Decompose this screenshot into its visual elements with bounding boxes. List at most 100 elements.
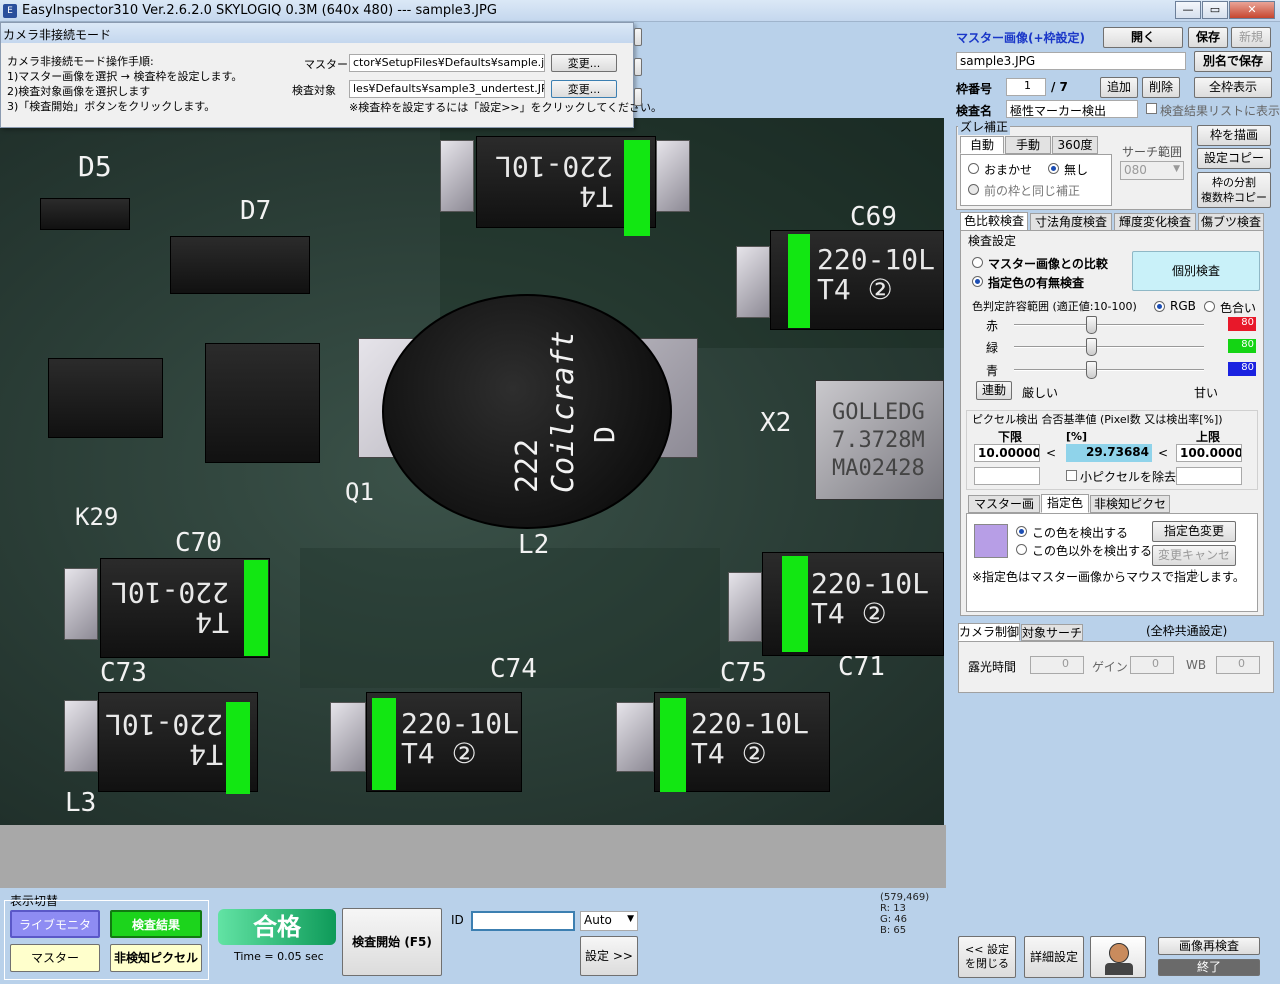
pixel-threshold-label: ピクセル検出 合否基準値 (Pixel数 又は検出率[%]) [972, 413, 1223, 426]
copy-settings-button[interactable]: 設定コピー [1197, 148, 1271, 169]
save-button[interactable]: 保存 [1188, 27, 1228, 48]
split-copy-button[interactable]: 枠の分割 複数枠コピー [1197, 172, 1271, 208]
result-button[interactable]: 検査結果 [110, 910, 202, 938]
tab-manual[interactable]: 手動 [1005, 136, 1051, 154]
id-label: ID [451, 913, 464, 927]
link-button[interactable]: 連動 [976, 381, 1012, 400]
tab-dimension-angle[interactable]: 寸法角度検査 [1030, 213, 1112, 231]
compare-master-radio[interactable] [972, 257, 983, 268]
reinspect-button[interactable]: 画像再検査 [1158, 937, 1260, 955]
dialog-step2: 2)検査対象画像を選択します [7, 85, 151, 98]
detect-color-radio[interactable] [1016, 526, 1027, 537]
blue-slider[interactable] [1014, 369, 1204, 371]
tab-360[interactable]: 360度 [1052, 136, 1098, 154]
subtab-undetected-pixel[interactable]: 非検知ピクセル [1090, 495, 1170, 527]
tab-target-search[interactable]: 対象サーチ [1021, 624, 1083, 641]
new-button[interactable]: 新規 [1231, 27, 1271, 48]
live-monitor-button[interactable]: ライブモニタ [10, 910, 100, 938]
close-button[interactable]: ✕ [1229, 1, 1275, 19]
hue-radio[interactable] [1204, 301, 1215, 312]
show-in-list-checkbox[interactable] [1146, 103, 1157, 114]
start-inspection-button[interactable]: 検査開始 (F5) [342, 908, 442, 976]
settings-button[interactable]: 設定 >> [580, 936, 638, 976]
tab-camera-control[interactable]: カメラ制御 [958, 623, 1020, 641]
red-value: 80 [1228, 317, 1256, 331]
maximize-button[interactable]: ▭ [1202, 1, 1228, 19]
detail-settings-button[interactable]: 詳細設定 [1024, 936, 1084, 978]
assistant-icon[interactable] [1090, 936, 1146, 978]
green-slider[interactable] [1014, 346, 1204, 348]
detect-other-radio[interactable] [1016, 544, 1027, 555]
search-range-select[interactable]: 080 ▼ [1120, 161, 1184, 180]
rgb-label: RGB [1170, 299, 1196, 313]
tab-brightness-change[interactable]: 輝度変化検査 [1114, 213, 1196, 231]
diode-d7 [170, 236, 310, 294]
polarity-mark [226, 702, 250, 794]
green-slider-thumb[interactable] [1086, 338, 1097, 356]
gain-stepper[interactable]: 0 [1130, 656, 1174, 674]
exit-button[interactable]: 終了 [1158, 959, 1260, 976]
red-slider-thumb[interactable] [1086, 316, 1097, 334]
chevron-down-icon: ▼ [1173, 164, 1180, 174]
undetected-pixel-button[interactable]: 非検知ピクセル [110, 944, 202, 972]
window-title: EasyInspector310 Ver.2.6.2.0 SKYLOGIQ 0.… [22, 3, 497, 18]
save-as-button[interactable]: 別名で保存 [1194, 51, 1272, 72]
pcb-image[interactable]: D5 D7 C69 C70 X2 Q1 K29 L2 C73 C74 C75 C… [0, 118, 944, 825]
auto-select[interactable]: Auto ▼ [580, 911, 638, 931]
delete-frame-button[interactable]: 削除 [1142, 77, 1180, 98]
lower-input[interactable]: 10.00000 [974, 444, 1040, 462]
common-settings-label: (全枠共通設定) [1146, 624, 1228, 638]
hidden-button-edge[interactable] [634, 28, 642, 46]
blue-label: 青 [986, 364, 999, 378]
opt-none-radio[interactable] [1048, 163, 1059, 174]
id-input[interactable] [471, 911, 575, 931]
minimize-button[interactable]: — [1175, 1, 1201, 19]
subtab-master-image[interactable]: マスター画像 [968, 495, 1040, 527]
close-settings-button[interactable]: << 設定 を閉じる [958, 936, 1016, 978]
silk-label-c73: C73 [100, 658, 147, 688]
draw-frame-button[interactable]: 枠を描画 [1197, 125, 1271, 146]
exposure-stepper[interactable]: 0 [1030, 656, 1084, 674]
strict-label: 厳しい [1022, 386, 1059, 400]
tab-scratch[interactable]: 傷ブツ検査 [1198, 213, 1264, 231]
upper-input[interactable]: 100.00000 [1176, 444, 1242, 462]
subtab-specified-color[interactable]: 指定色 [1041, 494, 1089, 513]
opt-same-radio[interactable] [968, 184, 979, 195]
change-target-button[interactable]: 変更... [551, 80, 617, 98]
hidden-button-edge[interactable] [634, 88, 642, 106]
tab-color-compare[interactable]: 色比較検査 [960, 212, 1028, 231]
red-slider[interactable] [1014, 324, 1204, 326]
master-path-field[interactable]: ctor¥SetupFiles¥Defaults¥sample.jpg [349, 54, 545, 72]
color-note: ※指定色はマスター画像からマウスで指定します。 [972, 570, 1245, 584]
open-button[interactable]: 開く [1103, 27, 1183, 48]
master-filename[interactable]: sample3.JPG [956, 52, 1186, 70]
check-settings-label: 検査設定 [968, 234, 1017, 248]
remove-small-checkbox[interactable] [1066, 470, 1077, 481]
blue-slider-thumb[interactable] [1086, 361, 1097, 379]
app-icon: E [3, 4, 17, 18]
has-color-label: 指定色の有無検査 [988, 276, 1085, 290]
tab-auto[interactable]: 自動 [960, 136, 1004, 154]
dialog-heading: カメラ非接続モード操作手順: [7, 55, 154, 68]
target-path-field[interactable]: les¥Defaults¥sample3_undertest.JPG [349, 80, 545, 98]
master-view-button[interactable]: マスター [10, 944, 100, 972]
frame-no-stepper[interactable]: 1 [1006, 78, 1046, 96]
inspect-name-input[interactable]: 極性マーカー検出 [1006, 100, 1138, 118]
individual-check-button[interactable]: 個別検査 [1132, 251, 1260, 291]
rgb-radio[interactable] [1154, 301, 1165, 312]
image-gray-margin [0, 825, 946, 888]
opt-auto-radio[interactable] [968, 163, 979, 174]
wb-stepper[interactable]: 0 [1216, 656, 1260, 674]
add-frame-button[interactable]: 追加 [1100, 77, 1138, 98]
detect-color-label: この色を検出する [1032, 526, 1129, 540]
silk-label-x2: X2 [760, 408, 792, 438]
change-master-button[interactable]: 変更... [551, 54, 617, 72]
cancel-change-button[interactable]: 変更キャンセル [1152, 545, 1236, 581]
hidden-button-edge[interactable] [634, 58, 642, 76]
change-color-button[interactable]: 指定色変更 [1152, 521, 1236, 542]
lower-pixel-input[interactable] [974, 467, 1040, 485]
has-color-radio[interactable] [972, 276, 983, 287]
show-all-frames-button[interactable]: 全枠表示 [1194, 77, 1272, 98]
inspection-time: Time = 0.05 sec [234, 950, 324, 963]
upper-pixel-input[interactable] [1176, 467, 1242, 485]
